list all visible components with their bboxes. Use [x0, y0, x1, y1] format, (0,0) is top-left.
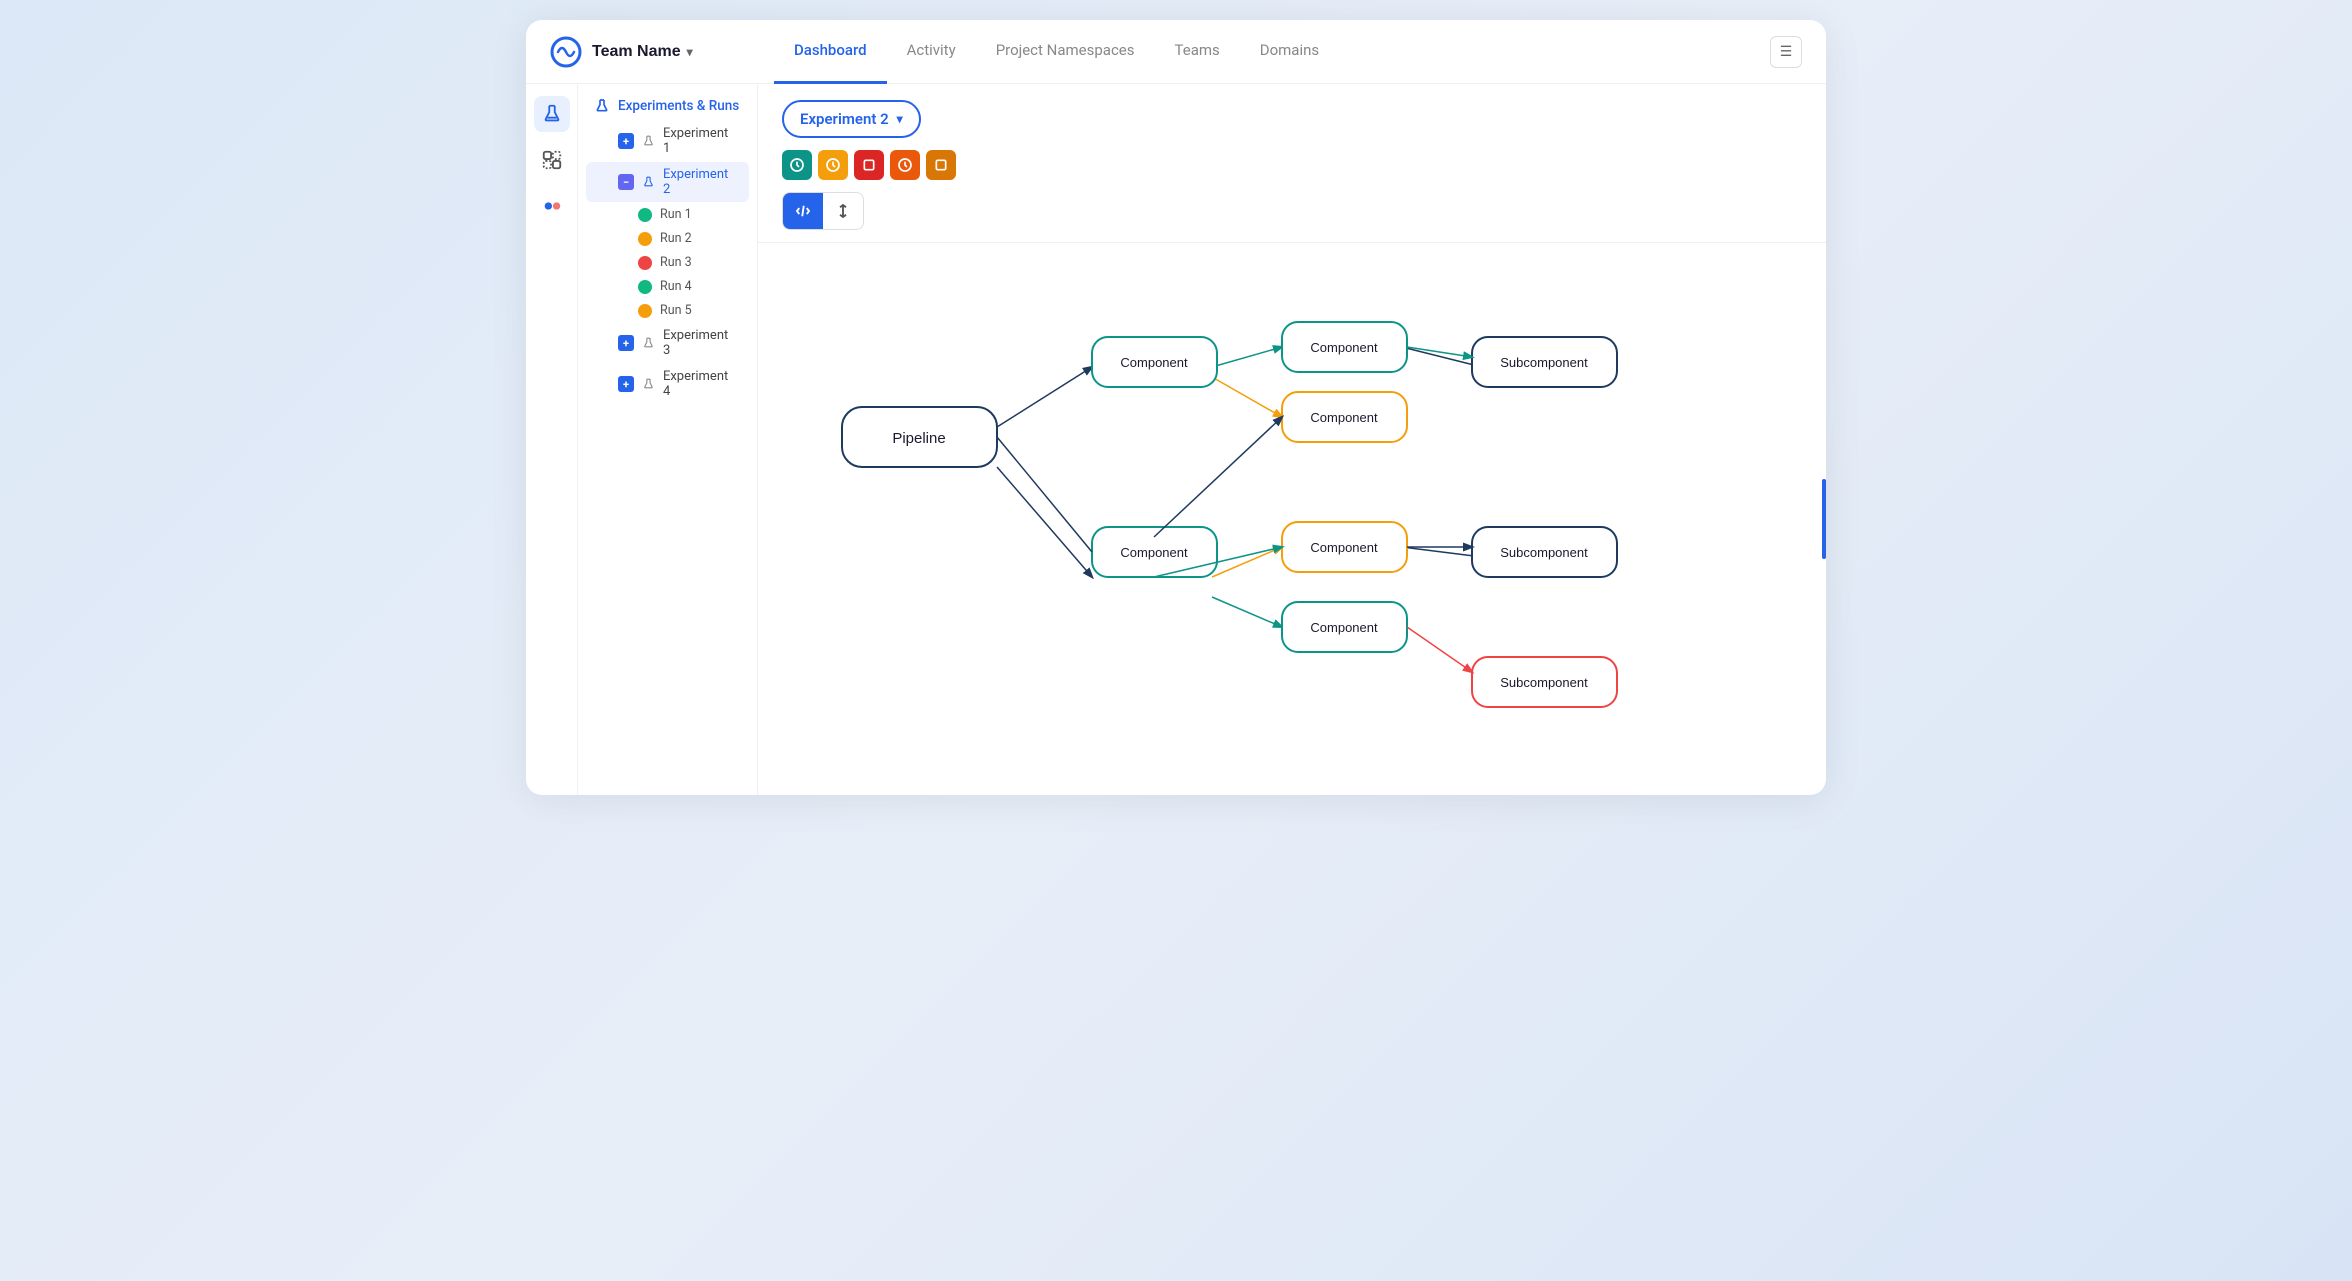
component-node-2-label: Component [1120, 545, 1188, 560]
main-content: Experiment 2 ▾ [758, 84, 1826, 795]
header: Team Name ▾ Dashboard Activity Project N… [526, 20, 1826, 84]
tab-domains[interactable]: Domains [1240, 20, 1339, 84]
component-node-4-label: Component [1310, 410, 1378, 425]
expand-experiment-4-icon: + [618, 376, 634, 392]
flask-icon [541, 103, 563, 125]
body: Experiments & Runs + Experiment 1 − [526, 84, 1826, 795]
header-actions: ☰ [1770, 36, 1802, 68]
run-4-label: Run 4 [660, 279, 692, 294]
app-container: Team Name ▾ Dashboard Activity Project N… [526, 20, 1826, 795]
run-item-3[interactable]: Run 3 [586, 251, 749, 274]
tab-activity[interactable]: Activity [887, 20, 976, 84]
experiment-dropdown-label: Experiment 2 [800, 110, 889, 128]
tab-project-namespaces[interactable]: Project Namespaces [976, 20, 1155, 84]
experiment-2-label: Experiment 2 [663, 167, 733, 197]
pipeline-node-label: Pipeline [892, 430, 945, 447]
experiment-1-flask-icon [642, 134, 655, 148]
run-badge-4[interactable] [890, 150, 920, 180]
expand-experiment-3-icon: + [618, 335, 634, 351]
experiment-4-flask-icon [642, 377, 655, 391]
run-item-4[interactable]: Run 4 [586, 275, 749, 298]
run-badge-1[interactable] [782, 150, 812, 180]
view-horizontal-button[interactable] [783, 193, 823, 229]
sidebar-icon-models[interactable] [534, 142, 570, 178]
box-icon [541, 149, 563, 171]
experiment-dropdown[interactable]: Experiment 2 ▾ [782, 100, 921, 138]
subcomponent-node-3-label: Subcomponent [1500, 675, 1588, 690]
tab-dashboard[interactable]: Dashboard [774, 20, 887, 84]
experiment-3-label: Experiment 3 [663, 328, 733, 358]
experiments-section-icon [594, 98, 610, 114]
sidebar-icon-experiments[interactable] [534, 96, 570, 132]
sidebar-item-experiment-4[interactable]: + Experiment 4 [586, 364, 749, 404]
run-1-dot-icon [638, 208, 652, 222]
run-badge-3-icon [861, 157, 877, 173]
experiments-section-label: Experiments & Runs [618, 98, 739, 114]
run-badge-1-icon [789, 157, 805, 173]
menu-icon: ☰ [1780, 43, 1793, 60]
run-item-1[interactable]: Run 1 [586, 203, 749, 226]
header-menu-button[interactable]: ☰ [1770, 36, 1802, 68]
experiment-2-flask-icon [642, 175, 655, 189]
experiment-selector: Experiment 2 ▾ [782, 100, 1802, 138]
subcomponent-node-1-label: Subcomponent [1500, 355, 1588, 370]
subcomponent-node-2-label: Subcomponent [1500, 545, 1588, 560]
sidebar-section-experiments[interactable]: Experiments & Runs [578, 92, 757, 120]
tab-teams[interactable]: Teams [1155, 20, 1240, 84]
content-header: Experiment 2 ▾ [758, 84, 1826, 243]
component-node-6-label: Component [1310, 620, 1378, 635]
circles-icon [541, 195, 563, 217]
expand-experiment-2-icon: − [618, 174, 634, 190]
experiment-4-label: Experiment 4 [663, 369, 733, 399]
scroll-accent [1822, 479, 1826, 559]
expand-experiment-1-icon: + [618, 133, 634, 149]
run-5-dot-icon [638, 304, 652, 318]
team-name-chevron-icon: ▾ [687, 45, 693, 59]
run-3-dot-icon [638, 256, 652, 270]
run-badge-4-icon [897, 157, 913, 173]
sidebar-layout: Experiments & Runs + Experiment 1 − [526, 84, 758, 795]
experiment-1-label: Experiment 1 [663, 126, 733, 156]
run-badge-5[interactable] [926, 150, 956, 180]
horizontal-layout-icon [794, 202, 812, 220]
run-badge-3[interactable] [854, 150, 884, 180]
team-name-label: Team Name [592, 43, 681, 61]
experiment-3-flask-icon [642, 336, 655, 350]
experiment-dropdown-chevron-icon: ▾ [897, 112, 903, 126]
nav-tabs: Dashboard Activity Project Namespaces Te… [774, 20, 1746, 84]
run-badge-2-icon [825, 157, 841, 173]
view-controls [782, 192, 864, 230]
run-icons-row [782, 150, 1802, 180]
run-3-label: Run 3 [660, 255, 692, 270]
team-name-button[interactable]: Team Name ▾ [592, 43, 693, 61]
pipeline-area: Pipeline Component Component Component C… [758, 243, 1826, 795]
logo-icon [550, 36, 582, 68]
run-5-label: Run 5 [660, 303, 692, 318]
sidebar-item-experiment-1[interactable]: + Experiment 1 [586, 121, 749, 161]
view-vertical-button[interactable] [823, 193, 863, 229]
component-node-1-label: Component [1120, 355, 1188, 370]
run-item-5[interactable]: Run 5 [586, 299, 749, 322]
run-2-label: Run 2 [660, 231, 692, 246]
sidebar-item-experiment-2[interactable]: − Experiment 2 [586, 162, 749, 202]
logo-area: Team Name ▾ [550, 36, 750, 68]
component-node-3-label: Component [1310, 340, 1378, 355]
sidebar-icon-dots[interactable] [534, 188, 570, 224]
sidebar-item-experiment-3[interactable]: + Experiment 3 [586, 323, 749, 363]
vertical-layout-icon [834, 202, 852, 220]
pipeline-diagram: Pipeline Component Component Component C… [782, 267, 1682, 767]
component-node-5-label: Component [1310, 540, 1378, 555]
run-badge-5-icon [933, 157, 949, 173]
run-item-2[interactable]: Run 2 [586, 227, 749, 250]
run-4-dot-icon [638, 280, 652, 294]
run-badge-2[interactable] [818, 150, 848, 180]
run-2-dot-icon [638, 232, 652, 246]
run-1-label: Run 1 [660, 207, 692, 222]
